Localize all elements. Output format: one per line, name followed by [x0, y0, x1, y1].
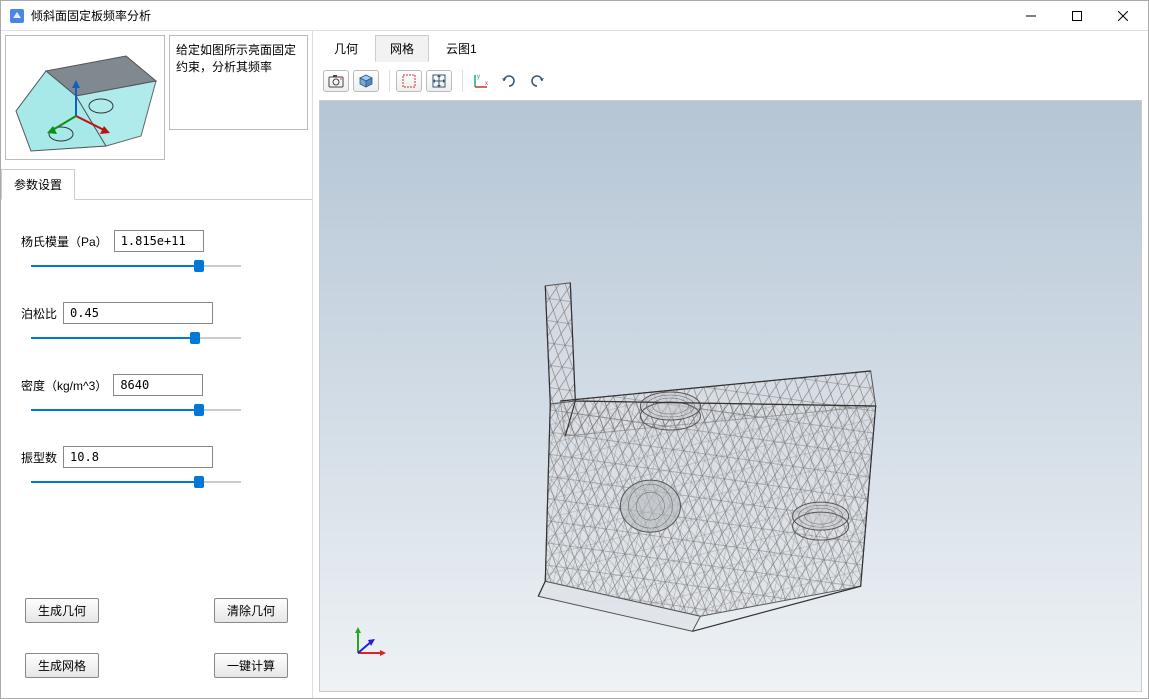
slider-thumb-icon[interactable]: [194, 476, 204, 488]
svg-text:x: x: [485, 81, 488, 87]
left-tabbar: 参数设置: [1, 168, 312, 200]
close-button[interactable]: [1100, 1, 1146, 31]
tab-params[interactable]: 参数设置: [1, 169, 75, 200]
youngs-modulus-input[interactable]: [114, 230, 204, 252]
screenshot-button[interactable]: [323, 70, 349, 92]
maximize-icon: [1072, 11, 1082, 21]
geometry-thumbnail: [5, 35, 165, 160]
app-icon: [9, 8, 25, 24]
rotate-ccw-icon: [528, 72, 546, 90]
mode-count-input[interactable]: [63, 446, 213, 468]
poisson-label: 泊松比: [21, 305, 57, 322]
generate-geometry-button[interactable]: 生成几何: [25, 598, 99, 623]
isometric-cube-icon: [358, 73, 374, 89]
main-body: 给定如图所示亮面固定约束，分析其频率 参数设置 杨氏模量（Pa）: [1, 31, 1148, 698]
3d-viewport[interactable]: [319, 100, 1142, 692]
param-youngs-modulus: 杨氏模量（Pa）: [21, 230, 292, 274]
fit-view-icon: [431, 73, 447, 89]
axes-triad-icon: [350, 621, 390, 661]
camera-icon: [328, 74, 344, 88]
isometric-button[interactable]: [353, 70, 379, 92]
button-row-1: 生成几何 清除几何: [1, 598, 312, 623]
view-tab-mesh[interactable]: 网格: [375, 35, 429, 62]
mode-count-label: 振型数: [21, 449, 57, 466]
youngs-modulus-slider[interactable]: [31, 258, 241, 274]
window-title: 倾斜面固定板频率分析: [31, 7, 1008, 24]
slider-thumb-icon[interactable]: [194, 260, 204, 272]
tool-group-3: y x: [469, 70, 559, 92]
tool-group-1: [323, 70, 390, 92]
view-tab-geometry[interactable]: 几何: [319, 35, 373, 62]
poisson-input[interactable]: [63, 302, 213, 324]
mesh-render: [320, 101, 1141, 691]
left-panel: 给定如图所示亮面固定约束，分析其频率 参数设置 杨氏模量（Pa）: [1, 31, 313, 698]
view-tabs: 几何 网格 云图1: [313, 31, 1148, 62]
rotate-ccw-button[interactable]: [525, 70, 549, 92]
params-panel: 杨氏模量（Pa） 泊松比: [1, 200, 312, 558]
app-window: 倾斜面固定板频率分析: [0, 0, 1149, 699]
slider-thumb-icon[interactable]: [194, 404, 204, 416]
param-mode-count: 振型数: [21, 446, 292, 490]
rotate-cw-button[interactable]: [497, 70, 521, 92]
youngs-modulus-label: 杨氏模量（Pa）: [21, 233, 108, 250]
button-row-2: 生成网格 一键计算: [1, 653, 312, 678]
left-top-row: 给定如图所示亮面固定约束，分析其频率: [1, 31, 312, 164]
density-label: 密度（kg/m^3）: [21, 377, 107, 394]
generate-mesh-button[interactable]: 生成网格: [25, 653, 99, 678]
svg-text:y: y: [477, 74, 480, 80]
maximize-button[interactable]: [1054, 1, 1100, 31]
compute-button[interactable]: 一键计算: [214, 653, 288, 678]
minimize-icon: [1026, 11, 1036, 21]
titlebar: 倾斜面固定板频率分析: [1, 1, 1148, 31]
window-controls: [1008, 1, 1146, 31]
right-panel: 几何 网格 云图1: [313, 31, 1148, 698]
description-box: 给定如图所示亮面固定约束，分析其频率: [169, 35, 308, 130]
tool-group-2: [396, 70, 463, 92]
select-rect-icon: [401, 73, 417, 89]
clear-geometry-button[interactable]: 清除几何: [214, 598, 288, 623]
param-poisson: 泊松比: [21, 302, 292, 346]
minimize-button[interactable]: [1008, 1, 1054, 31]
mode-count-slider[interactable]: [31, 474, 241, 490]
view-tab-contour[interactable]: 云图1: [431, 35, 492, 62]
box-select-button[interactable]: [396, 70, 422, 92]
slider-thumb-icon[interactable]: [190, 332, 200, 344]
close-icon: [1118, 11, 1128, 21]
axis-toggle-button[interactable]: y x: [469, 70, 493, 92]
rotate-cw-icon: [500, 72, 518, 90]
xy-axis-icon: y x: [472, 72, 490, 90]
fit-view-button[interactable]: [426, 70, 452, 92]
poisson-slider[interactable]: [31, 330, 241, 346]
param-density: 密度（kg/m^3）: [21, 374, 292, 418]
view-toolbar: y x: [313, 62, 1148, 100]
density-slider[interactable]: [31, 402, 241, 418]
density-input[interactable]: [113, 374, 203, 396]
